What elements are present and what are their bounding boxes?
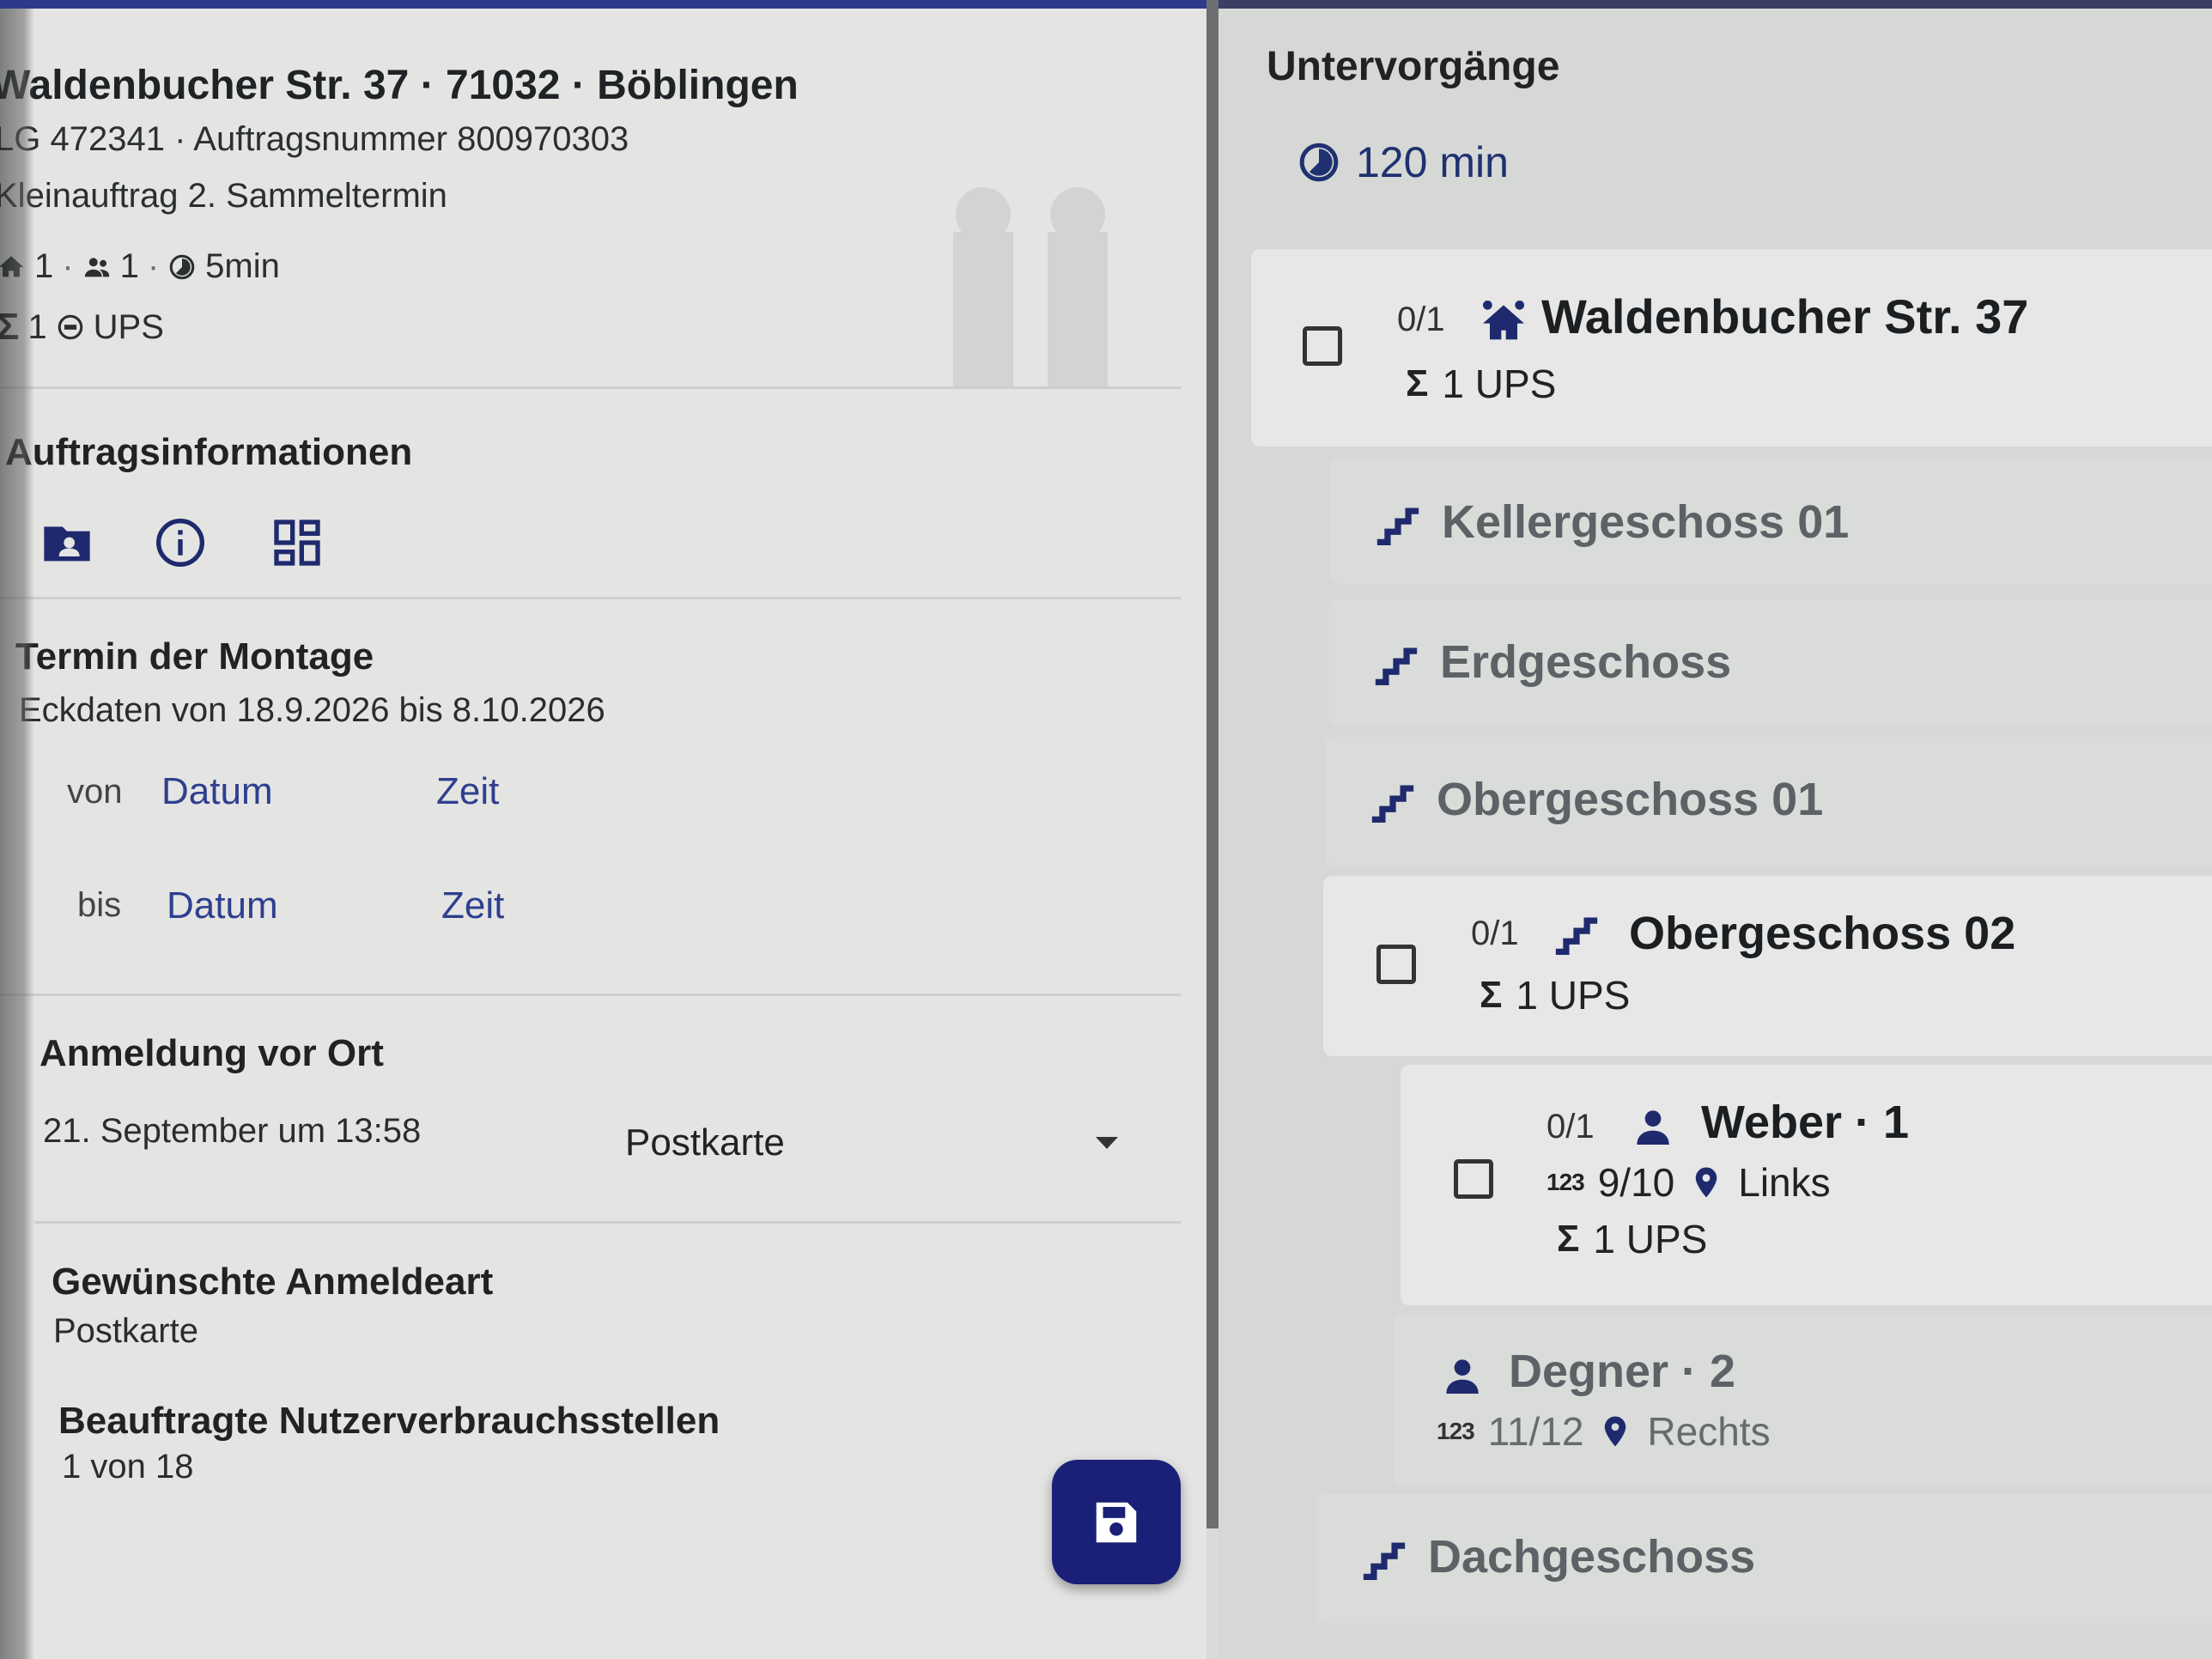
stairs-icon — [1371, 785, 1414, 823]
unit-sum: Σ 1 UPS — [1557, 1216, 1707, 1262]
auftragsinfo-title: Auftragsinformationen — [5, 431, 413, 473]
gewuenscht-title: Gewünschte Anmeldeart — [52, 1261, 494, 1303]
subtasks-panel: Untervorgänge 120 min 0/1 Waldenbucher S… — [1218, 9, 2212, 1659]
persons-count: 1 — [119, 247, 139, 285]
floor-name: Kellergeschoss 01 — [1442, 496, 1850, 548]
dropdown-arrow-icon — [1096, 1137, 1118, 1149]
beauftragte-title: Beauftragte Nutzerverbrauchsstellen — [58, 1400, 720, 1442]
location-pin-icon — [1696, 1167, 1717, 1198]
house-persons-icon — [1483, 301, 1524, 340]
unit-count: 0/1 — [1547, 1108, 1595, 1146]
von-label: von — [67, 773, 123, 811]
dashboard-icon[interactable] — [270, 515, 325, 570]
stairs-icon — [1555, 917, 1598, 955]
unit-item-degner[interactable]: Degner · 2 123 11/12 Rechts — [1394, 1314, 2212, 1486]
save-icon — [1096, 1502, 1137, 1543]
unit-location: Rechts — [1647, 1409, 1771, 1454]
screen-edge-shadow — [0, 9, 34, 1659]
floor-item-kellergeschoss[interactable]: Kellergeschoss 01 — [1330, 459, 2212, 584]
person-icon — [1446, 1359, 1479, 1394]
floor-sum: Σ 1 UPS — [1480, 972, 1630, 1018]
order-meta-row: 1 · 1 · 5min — [0, 247, 280, 286]
unit-number: 11/12 — [1487, 1409, 1584, 1454]
floor-item-obergeschoss-02[interactable]: 0/1 Obergeschoss 02 Σ 1 UPS — [1323, 876, 2212, 1056]
timelapse-icon — [1299, 143, 1339, 182]
anmeldung-title: Anmeldung vor Ort — [40, 1032, 384, 1074]
sigma-icon: Σ — [1557, 1218, 1580, 1260]
floor-item-dachgeschoss[interactable]: Dachgeschoss — [1316, 1494, 2212, 1623]
floor-name: Erdgeschoss — [1440, 636, 1732, 688]
floor-count: 0/1 — [1471, 915, 1519, 952]
order-type-line: Kleinauftrag 2. Sammeltermin — [0, 177, 447, 215]
subtasks-duration: 120 min — [1297, 137, 1509, 187]
eckdaten-text: Eckdaten von 18.9.2026 bis 8.10.2026 — [19, 691, 605, 729]
floor-item-erdgeschoss[interactable]: Erdgeschoss — [1328, 599, 2212, 724]
sigma-icon: Σ — [1480, 974, 1503, 1016]
save-button[interactable] — [1052, 1460, 1181, 1584]
numeric-icon: 123 — [1547, 1169, 1585, 1195]
unit-checkbox[interactable] — [1454, 1159, 1493, 1199]
duration-value: 5min — [205, 247, 280, 285]
building-sum-value: 1 UPS — [1442, 362, 1557, 406]
building-count: 0/1 — [1397, 301, 1445, 338]
person-icon — [1637, 1110, 1669, 1145]
building-name: Waldenbucher Str. 37 — [1541, 289, 2029, 343]
stairs-icon — [1376, 507, 1419, 545]
divider — [0, 994, 1181, 996]
floor-name: Dachgeschoss — [1428, 1531, 1756, 1583]
stairs-icon — [1363, 1542, 1406, 1580]
bis-label: bis — [77, 886, 122, 924]
sum-unit: UPS — [93, 307, 164, 346]
floor-name: Obergeschoss 02 — [1629, 908, 2016, 959]
von-time-field[interactable]: Zeit — [436, 770, 499, 813]
anmeldung-method-select[interactable]: Postkarte — [601, 1116, 1133, 1176]
building-watermark-icon — [953, 187, 1108, 386]
folder-account-icon[interactable] — [40, 515, 94, 570]
unit-details: 123 9/10 Links — [1547, 1159, 1831, 1206]
meter-icon — [58, 314, 82, 340]
bis-date-field[interactable]: Datum — [167, 884, 278, 927]
numeric-icon: 123 — [1437, 1418, 1475, 1444]
info-icon[interactable] — [153, 515, 208, 570]
stairs-icon — [1375, 647, 1418, 685]
panel-divider — [1206, 0, 1218, 1528]
divider — [34, 1221, 1181, 1224]
unit-details: 123 11/12 Rechts — [1437, 1408, 1771, 1455]
termin-title: Termin der Montage — [15, 635, 374, 678]
beauftragte-value: 1 von 18 — [62, 1448, 194, 1486]
floor-checkbox[interactable] — [1376, 945, 1416, 984]
unit-name: Weber · 1 — [1701, 1097, 1910, 1148]
bis-time-field[interactable]: Zeit — [441, 884, 504, 927]
order-number-line: LG 472341 · Auftragsnummer 800970303 — [0, 120, 629, 158]
address-title: Waldenbucher Str. 37 · 71032 · Böblingen — [0, 63, 799, 108]
gewuenscht-value: Postkarte — [53, 1312, 198, 1350]
homes-count: 1 — [34, 247, 54, 285]
timelapse-icon — [169, 254, 195, 279]
unit-sum-value: 1 UPS — [1593, 1217, 1708, 1261]
subtasks-duration-value: 120 min — [1356, 138, 1509, 186]
unit-number: 9/10 — [1597, 1160, 1675, 1205]
floor-item-obergeschoss-01[interactable]: Obergeschoss 01 — [1325, 737, 2212, 866]
anmeldung-date: 21. September um 13:58 — [43, 1112, 422, 1150]
group-icon — [84, 257, 109, 276]
divider — [0, 597, 1181, 599]
von-date-field[interactable]: Datum — [161, 770, 273, 813]
unit-name: Degner · 2 — [1509, 1346, 1736, 1397]
subtasks-title: Untervorgänge — [1267, 44, 1560, 89]
unit-location: Links — [1738, 1160, 1831, 1205]
building-item[interactable]: 0/1 Waldenbucher Str. 37 Σ 1 UPS — [1251, 249, 2212, 447]
building-checkbox[interactable] — [1303, 326, 1342, 366]
sigma-icon: Σ — [1406, 362, 1429, 404]
anmeldung-method-value: Postkarte — [625, 1121, 785, 1164]
divider — [0, 386, 1181, 389]
location-pin-icon — [1605, 1416, 1626, 1447]
order-details-panel: Waldenbucher Str. 37 · 71032 · Böblingen… — [0, 9, 1206, 1659]
floor-name: Obergeschoss 01 — [1437, 774, 1824, 825]
floor-sum-value: 1 UPS — [1516, 973, 1631, 1018]
building-sum: Σ 1 UPS — [1406, 361, 1556, 407]
unit-item-weber[interactable]: 0/1 Weber · 1 123 9/10 Links Σ 1 UPS — [1401, 1065, 2212, 1305]
